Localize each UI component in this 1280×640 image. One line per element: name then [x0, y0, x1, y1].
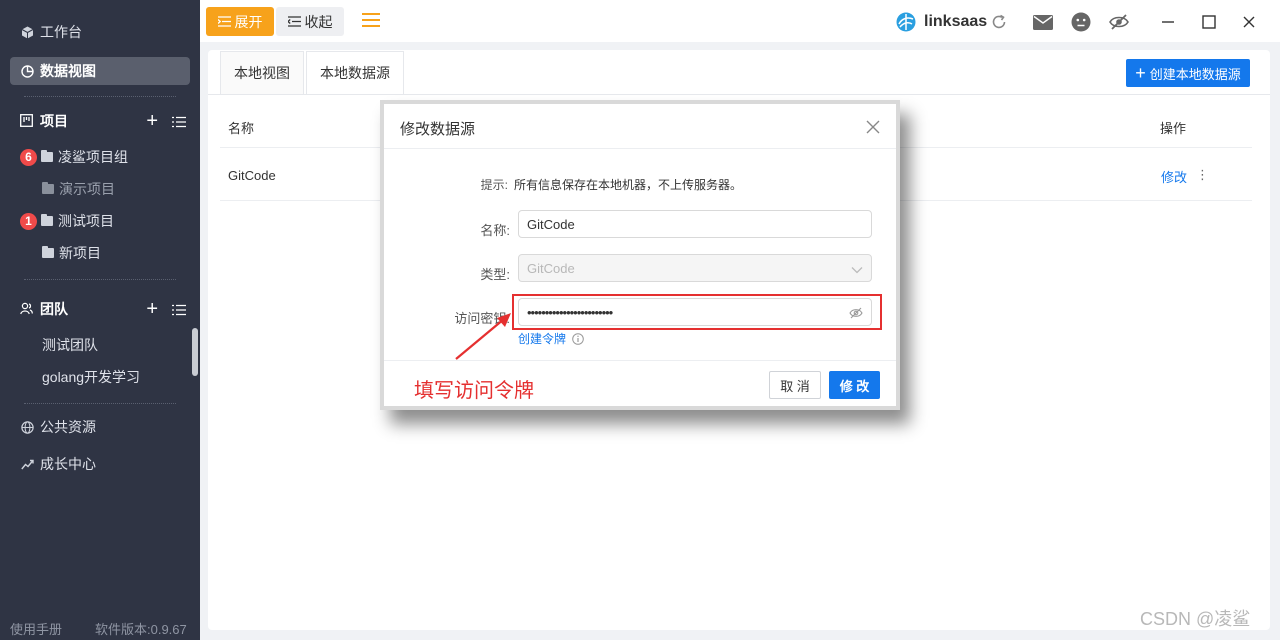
sidebar: 工作台 数据视图 项目 + 6 凌鲨项目组 演示项目 1 测试项目 新项目 团队… [0, 0, 200, 640]
notification-badge: 1 [20, 212, 37, 230]
column-header-ops: 操作 [1160, 121, 1187, 136]
annotation-text: 填写访问令牌 [414, 380, 534, 402]
name-field[interactable]: GitCode [518, 210, 872, 238]
sidebar-item-growth-center[interactable]: 成长中心 [10, 450, 190, 478]
top-bar: 展开 收起 linksaas [200, 0, 1280, 42]
mail-icon[interactable] [1032, 11, 1054, 33]
refresh-icon[interactable] [988, 11, 1010, 33]
notification-badge: 6 [20, 148, 37, 166]
cube-icon [20, 25, 34, 39]
sidebar-item-test-project[interactable]: 1 测试项目 [20, 210, 114, 232]
sidebar-item-team-test[interactable]: 测试团队 [42, 334, 98, 356]
manual-link[interactable]: 使用手册 [10, 619, 62, 638]
hint-label: 提示: [480, 178, 508, 192]
status-face-icon[interactable] [1070, 11, 1092, 33]
sidebar-item-team-golang[interactable]: golang开发学习 [42, 366, 140, 388]
column-header-name: 名称 [228, 121, 255, 136]
cancel-button[interactable]: 取 消 [769, 371, 821, 399]
version-label: 软件版本:0.9.67 [95, 622, 187, 637]
add-project-icon[interactable]: + [146, 111, 158, 131]
edit-datasource-modal: 修改数据源 提示: 所有信息保存在本地机器，不上传服务器。 名称: GitCod… [380, 100, 900, 410]
plus-icon: + [1135, 63, 1146, 83]
maximize-icon[interactable] [1198, 11, 1220, 33]
team-header: 团队 + [20, 297, 190, 321]
edit-link[interactable]: 修改 [1161, 167, 1187, 186]
name-label: 名称: [480, 223, 510, 238]
folder-icon [42, 182, 54, 194]
globe-icon [20, 420, 34, 434]
confirm-button[interactable]: 修 改 [829, 371, 880, 399]
list-icon[interactable] [172, 115, 186, 128]
menu-icon[interactable] [362, 12, 380, 28]
linksaas-logo-icon [896, 12, 916, 32]
modal-title: 修改数据源 [400, 121, 476, 138]
trend-icon [20, 457, 34, 471]
divider [24, 96, 176, 97]
minimize-icon[interactable] [1157, 11, 1179, 33]
create-token-link[interactable]: 创建令牌 [518, 330, 584, 347]
tab-underline [208, 94, 1270, 95]
sidebar-item-label: 数据视图 [40, 63, 96, 79]
team-icon [20, 302, 34, 316]
sidebar-scrollbar[interactable] [192, 328, 198, 376]
eye-off-icon[interactable] [1108, 11, 1130, 33]
tab-local-datasource[interactable]: 本地数据源 [306, 51, 404, 94]
collapse-icon [287, 16, 301, 27]
sidebar-item-project-group[interactable]: 6 凌鲨项目组 [20, 146, 128, 168]
pie-chart-icon [20, 64, 34, 78]
highlight-box [512, 294, 882, 330]
sidebar-item-workbench[interactable]: 工作台 [10, 18, 190, 46]
folder-icon [41, 150, 53, 162]
table-cell-name: GitCode [228, 168, 276, 183]
sidebar-item-new-project[interactable]: 新项目 [42, 242, 101, 264]
more-icon[interactable]: ⋮ [1196, 167, 1209, 183]
project-icon [20, 114, 34, 128]
list-icon[interactable] [172, 303, 186, 316]
chevron-down-icon [851, 263, 863, 274]
add-team-icon[interactable]: + [146, 299, 158, 319]
expand-icon [217, 16, 231, 27]
sidebar-item-public-resources[interactable]: 公共资源 [10, 413, 190, 441]
close-window-icon[interactable] [1238, 11, 1260, 33]
sidebar-item-label: 工作台 [40, 24, 82, 40]
expand-button[interactable]: 展开 [206, 7, 274, 36]
brand: linksaas [896, 10, 987, 34]
sidebar-item-demo-project[interactable]: 演示项目 [42, 178, 115, 200]
divider [24, 279, 176, 280]
divider [24, 403, 176, 404]
collapse-button[interactable]: 收起 [276, 7, 344, 36]
create-datasource-button[interactable]: + 创建本地数据源 [1126, 59, 1250, 87]
modal-header-divider [384, 148, 896, 149]
sidebar-item-data-view[interactable]: 数据视图 [10, 57, 190, 85]
type-select: GitCode [518, 254, 872, 282]
watermark: CSDN @凌鲨 [1140, 609, 1251, 629]
folder-icon [42, 246, 54, 258]
close-icon[interactable] [866, 120, 880, 134]
tab-local-view[interactable]: 本地视图 [220, 51, 304, 94]
info-icon[interactable] [572, 332, 584, 345]
folder-icon [41, 214, 53, 226]
hint-text: 所有信息保存在本地机器，不上传服务器。 [514, 178, 743, 192]
projects-header: 项目 + [20, 109, 190, 133]
type-label: 类型: [480, 267, 510, 282]
annotation-arrow-icon [455, 313, 511, 360]
